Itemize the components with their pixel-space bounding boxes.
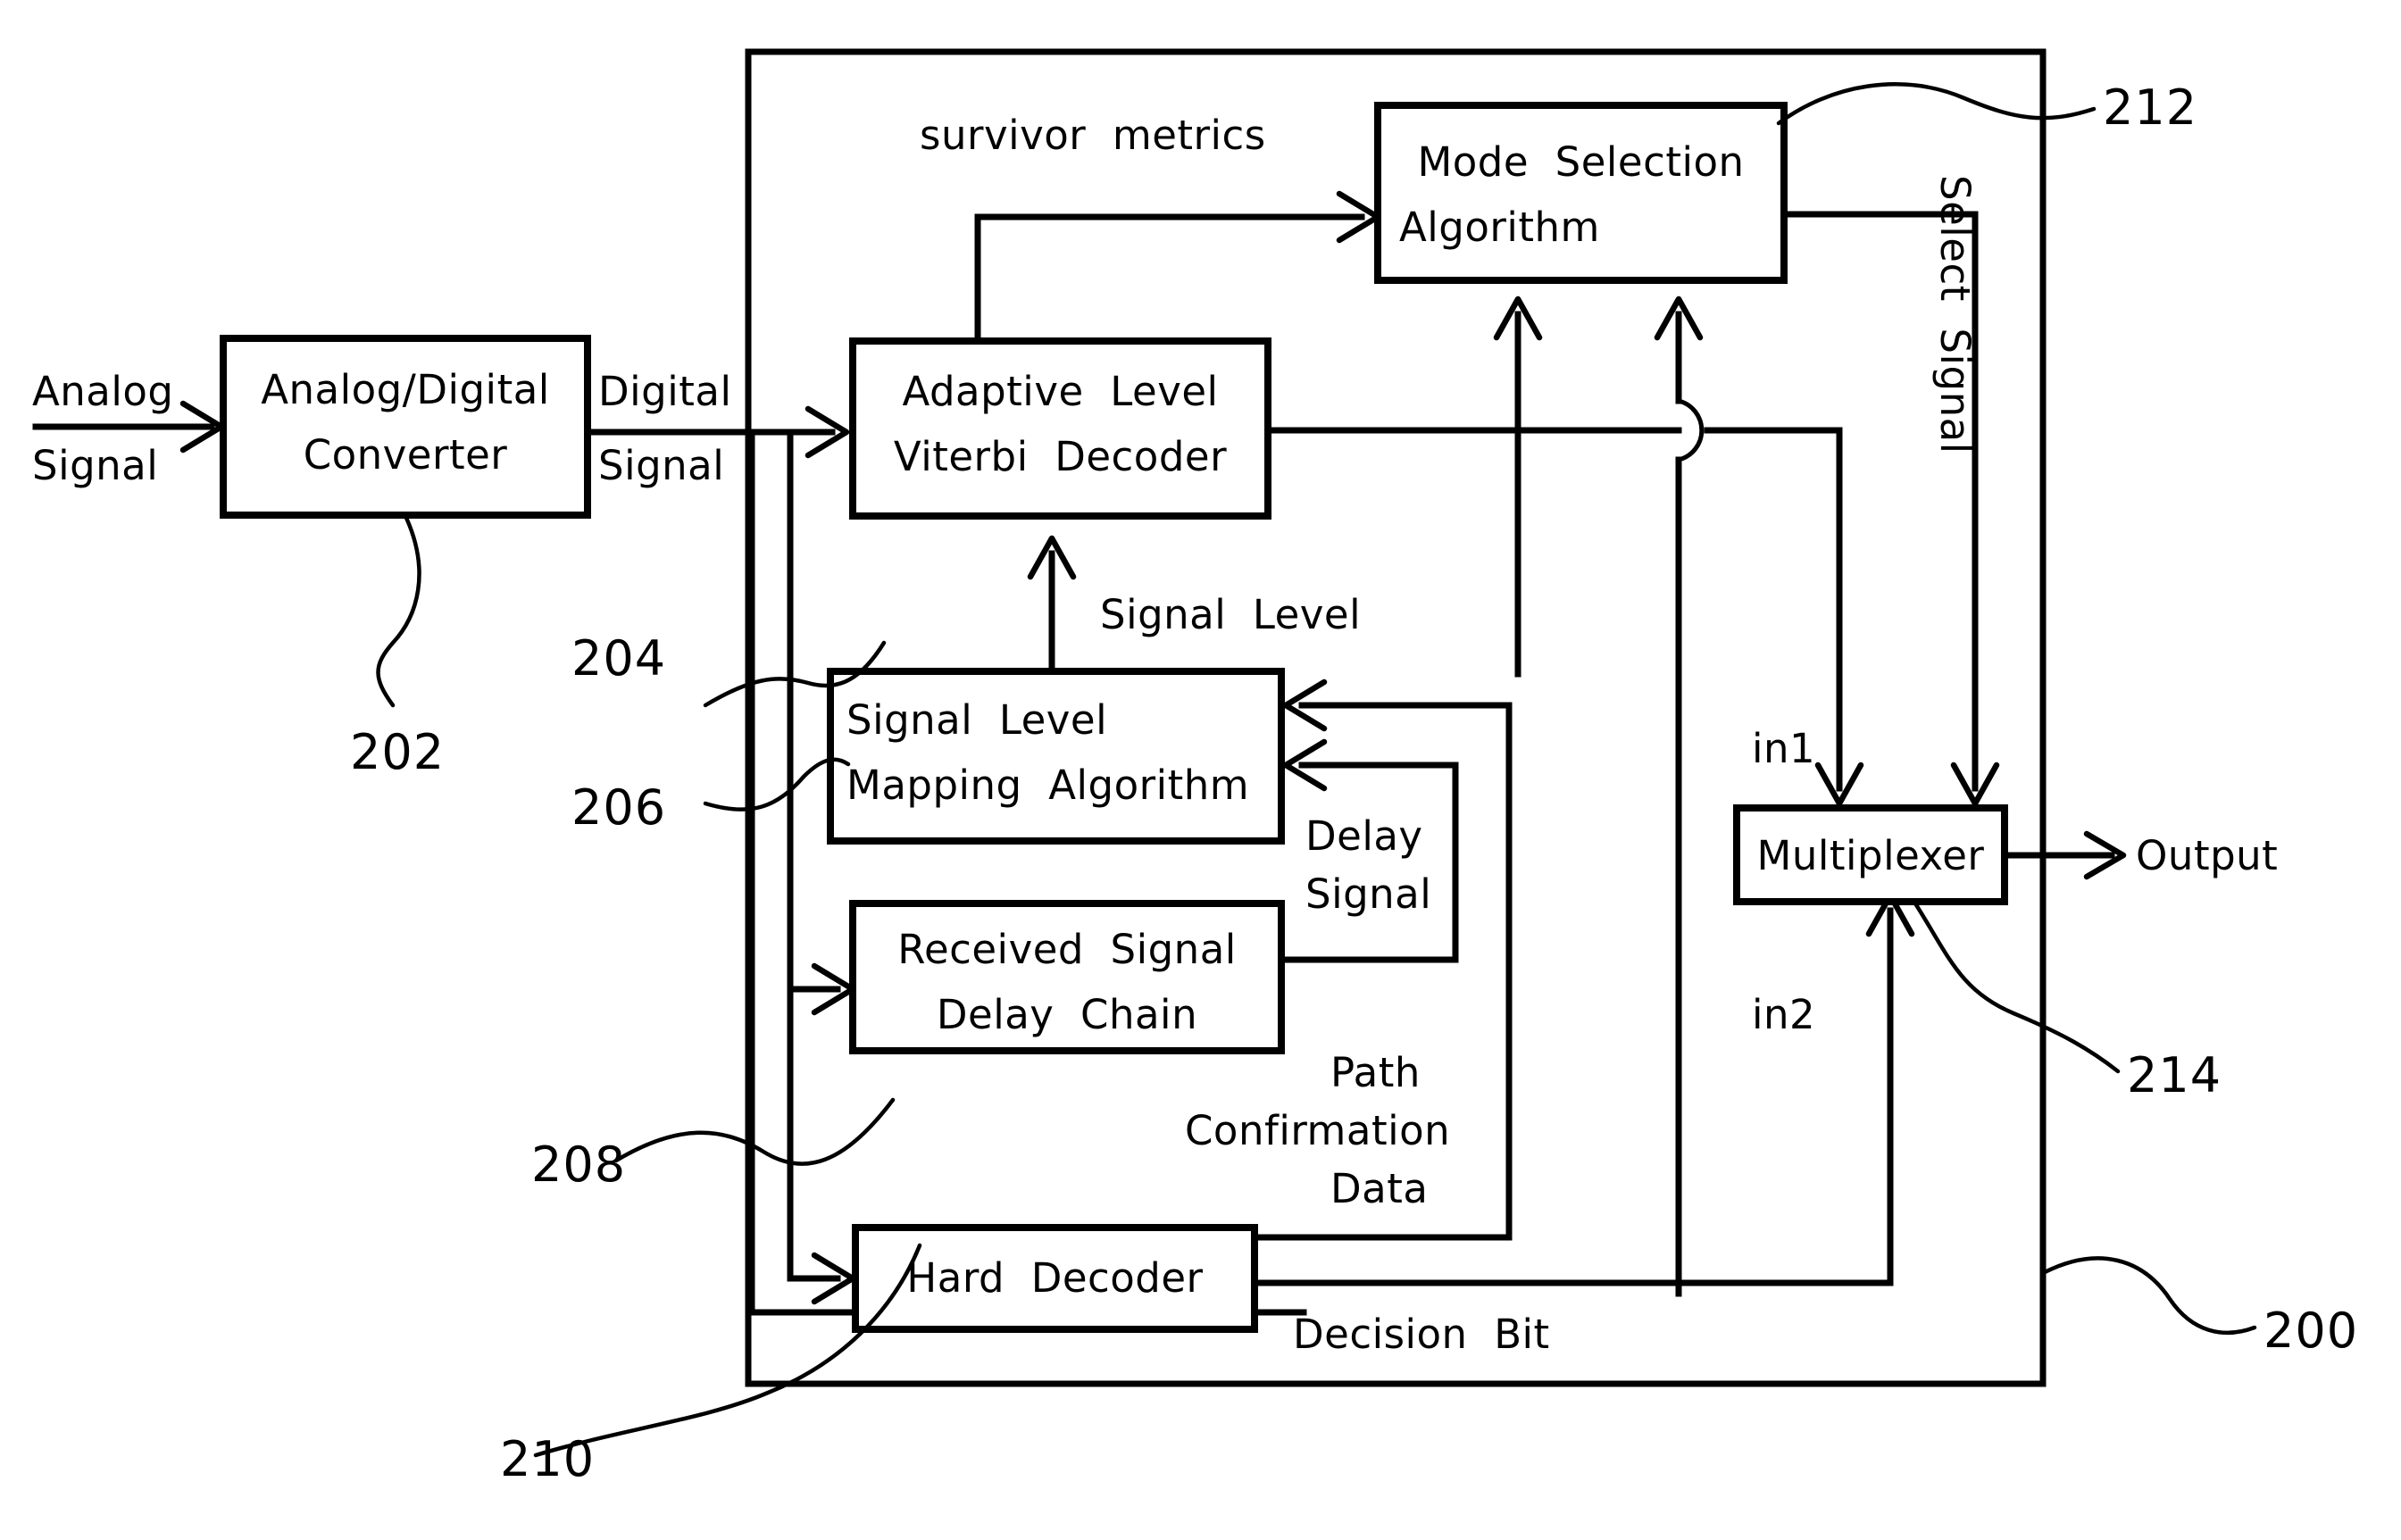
ref-numeral-208: 208	[531, 1136, 627, 1193]
leader-214	[1913, 901, 2121, 1074]
digital-signal-wire	[584, 405, 1307, 1316]
hard-decoder-to-mode-selection-wire	[1654, 296, 1705, 1297]
digital-signal-label-line1: Digital	[598, 368, 732, 415]
delay-signal-label-line1: Delay	[1305, 812, 1423, 860]
adc-label-line1: Analog/Digital	[261, 366, 550, 413]
survivor-metrics-label: survivor metrics	[920, 112, 1266, 159]
analog-digital-converter-box	[220, 335, 591, 519]
path-confirmation-label-line2: Confirmation	[1185, 1107, 1451, 1154]
ref-numeral-206: 206	[571, 779, 667, 836]
output-label: Output	[2136, 832, 2279, 879]
delay-signal-label-line2: Signal	[1305, 870, 1432, 918]
delay-chain-label-line1: Received Signal	[897, 926, 1237, 973]
mode-selection-algorithm-box	[1374, 102, 1788, 284]
decision-bit-label: Decision Bit	[1293, 1311, 1550, 1358]
mode-selection-label-line2: Algorithm	[1399, 204, 1600, 251]
viterbi-label-line2: Viterbi Decoder	[893, 433, 1228, 480]
ref-numeral-200: 200	[2263, 1303, 2359, 1359]
multiplexer-label: Multiplexer	[1756, 832, 1985, 879]
mux-in1-label: in1	[1752, 725, 1816, 772]
select-signal-label: Select Signal	[1931, 175, 1979, 454]
ref-numeral-204: 204	[571, 630, 667, 687]
ref-numeral-212: 212	[2103, 79, 2198, 136]
viterbi-label-line1: Adaptive Level	[902, 368, 1219, 415]
analog-signal-label-line2: Signal	[32, 442, 159, 489]
survivor-metrics-wire	[974, 190, 1381, 345]
ref-numeral-214: 214	[2127, 1047, 2222, 1103]
mode-selection-label-line1: Mode Selection	[1417, 138, 1745, 186]
hard-decoder-label: Hard Decoder	[906, 1254, 1204, 1302]
slmap-label-line2: Mapping Algorithm	[846, 762, 1250, 809]
ref-numeral-210: 210	[500, 1431, 596, 1487]
delay-chain-label-line2: Delay Chain	[936, 991, 1198, 1038]
output-wire	[2001, 830, 2127, 880]
leader-202	[376, 515, 421, 708]
path-confirmation-label-line1: Path	[1330, 1049, 1421, 1096]
patent-figure: Analog Signal Analog/Digital Converter D…	[0, 0, 2401, 1540]
digital-signal-label-line2: Signal	[598, 442, 725, 489]
leader-212	[1776, 82, 2097, 126]
signal-level-wire	[1027, 535, 1077, 675]
leader-200	[2042, 1256, 2257, 1336]
path-confirmation-label-line3: Data	[1330, 1165, 1429, 1212]
signal-level-to-mode-selection-wire	[1493, 296, 1543, 678]
slmap-label-line1: Signal Level	[846, 696, 1108, 744]
adc-label-line2: Converter	[303, 431, 508, 479]
mux-in2-label: in2	[1752, 991, 1816, 1038]
analog-signal-label-line1: Analog	[32, 368, 174, 415]
ref-numeral-202: 202	[350, 724, 446, 780]
signal-level-label: Signal Level	[1100, 591, 1362, 638]
